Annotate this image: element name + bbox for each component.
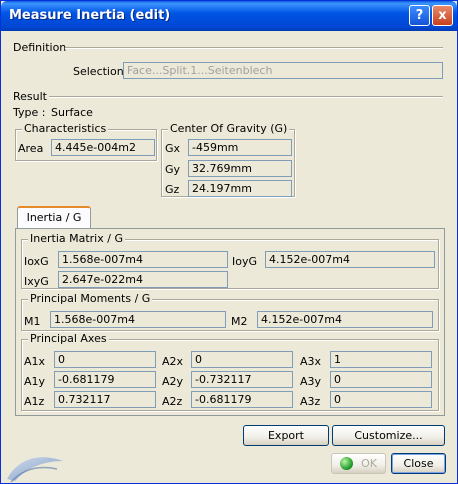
result-divider: [49, 96, 443, 98]
a2y-field[interactable]: -0.732117: [191, 371, 293, 388]
title-bar[interactable]: Measure Inertia (edit) ? x: [1, 1, 457, 31]
a2z-label: A2z: [162, 395, 183, 408]
a1z-field[interactable]: 0.732117: [54, 391, 156, 408]
m2-label: M2: [231, 315, 248, 328]
close-icon: x: [438, 8, 447, 23]
m2-field[interactable]: 4.152e-007m4: [257, 311, 433, 328]
measure-inertia-dialog: Measure Inertia (edit) ? x Definition Se…: [0, 0, 458, 484]
type-value: Surface: [51, 106, 93, 119]
a1y-label: A1y: [24, 375, 46, 388]
catia-logo-icon: [7, 457, 63, 483]
gy-label: Gy: [165, 163, 181, 176]
selection-field[interactable]: Face...Split.1...Seitenblech: [123, 62, 443, 79]
a3y-field[interactable]: 0: [330, 371, 432, 388]
characteristics-legend: Characteristics: [22, 122, 109, 135]
a3y-label: A3y: [300, 375, 322, 388]
customize-button[interactable]: Customize...: [332, 425, 445, 446]
a2y-label: A2y: [162, 375, 184, 388]
gz-label: Gz: [165, 183, 180, 196]
gx-field[interactable]: -459mm: [188, 139, 292, 156]
inertia-matrix-legend: Inertia Matrix / G: [28, 232, 125, 245]
area-field[interactable]: 4.445e-004m2: [51, 139, 155, 156]
a3x-label: A3x: [300, 355, 322, 368]
a3z-label: A3z: [300, 395, 321, 408]
a2x-field[interactable]: 0: [191, 351, 293, 368]
a1x-label: A1x: [24, 355, 46, 368]
a2z-field[interactable]: -0.681179: [191, 391, 293, 408]
ioyg-label: IoyG: [232, 255, 258, 268]
gy-field[interactable]: 32.769mm: [188, 160, 292, 177]
ioxg-field[interactable]: 1.568e-007m4: [58, 251, 228, 268]
a1z-label: A1z: [24, 395, 45, 408]
ioxg-label: IoxG: [24, 255, 49, 268]
a1y-field[interactable]: -0.681179: [54, 371, 156, 388]
gz-field[interactable]: 24.197mm: [188, 180, 292, 197]
ixyg-field[interactable]: 2.647e-022m4: [58, 271, 228, 288]
a3x-field[interactable]: 1: [330, 351, 432, 368]
export-button[interactable]: Export: [243, 425, 329, 446]
help-button[interactable]: ?: [409, 5, 430, 26]
type-label: Type :: [13, 106, 46, 119]
close-window-button[interactable]: x: [432, 5, 453, 26]
a1x-field[interactable]: 0: [54, 351, 156, 368]
green-ball-icon: [340, 456, 354, 470]
definition-header: Definition: [13, 41, 67, 54]
a2x-label: A2x: [162, 355, 184, 368]
window-title: Measure Inertia (edit): [9, 8, 171, 23]
area-label: Area: [18, 142, 44, 155]
principal-axes-legend: Principal Axes: [28, 332, 109, 345]
principal-moments-legend: Principal Moments / G: [28, 292, 153, 305]
close-button[interactable]: Close: [391, 453, 446, 474]
definition-divider: [65, 47, 443, 49]
result-header: Result: [13, 90, 47, 103]
a3z-field[interactable]: 0: [330, 391, 432, 408]
center-of-gravity-legend: Center Of Gravity (G): [168, 122, 290, 135]
ok-label: OK: [361, 457, 377, 470]
ok-button[interactable]: OK: [331, 453, 386, 474]
help-icon: ?: [415, 8, 424, 23]
tab-inertia-g[interactable]: Inertia / G: [17, 206, 91, 229]
m1-label: M1: [24, 315, 41, 328]
m1-field[interactable]: 1.568e-007m4: [50, 311, 226, 328]
ixyg-label: IxyG: [24, 275, 49, 288]
ioyg-field[interactable]: 4.152e-007m4: [265, 251, 435, 268]
gx-label: Gx: [165, 142, 181, 155]
